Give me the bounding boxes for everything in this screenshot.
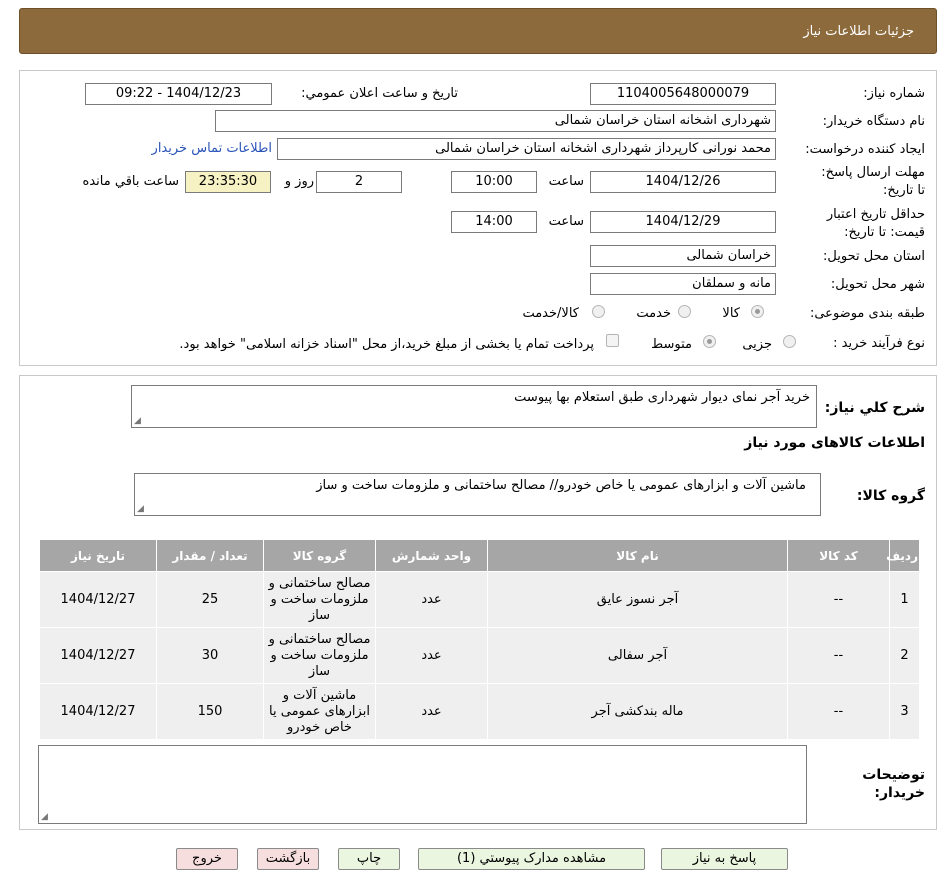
city-label: شهر محل تحویل: — [830, 277, 925, 292]
col-unit-header: واحد شمارش — [375, 539, 488, 572]
item-code: -- — [787, 683, 890, 740]
treasury-payment-checkbox[interactable] — [606, 334, 619, 347]
description-textarea[interactable]: خرید آجر نمای دیوار شهرداری طبق استعلام … — [131, 385, 817, 428]
item-date: 1404/12/27 — [39, 571, 157, 628]
item-code: -- — [787, 571, 890, 628]
resize-grip-icon[interactable]: ◢ — [41, 812, 48, 822]
col-row-header: ردیف — [886, 539, 920, 572]
item-name: آجر نسوز عایق — [487, 571, 788, 628]
item-name: آجر سفالی — [487, 627, 788, 684]
validity-date-field: 1404/12/29 — [590, 211, 776, 233]
category-goods-label: کالا — [722, 306, 740, 321]
creator-label: ایجاد کننده درخواست: — [805, 142, 925, 157]
category-both-radio[interactable] — [592, 305, 605, 318]
category-label: طبقه بندی موضوعی: — [809, 306, 925, 321]
items-table: ردیف کد کالا نام کالا واحد شمارش گروه کا… — [39, 539, 920, 740]
page-header: جزئیات اطلاعات نیاز — [19, 8, 937, 54]
view-documents-button[interactable]: مشاهده مدارک پیوستي (1) — [418, 848, 645, 870]
items-heading: اطلاعات کالاهای مورد نیاز — [744, 435, 925, 451]
process-medium-label: متوسط — [651, 337, 692, 352]
item-group: ماشین آلات و ابزارهای عمومی یا خاص خودرو — [263, 683, 376, 740]
item-code: -- — [787, 627, 890, 684]
resize-grip-icon[interactable]: ◢ — [134, 416, 141, 426]
process-label: نوع فرآیند خرید : — [833, 336, 925, 351]
deadline-time-label: ساعت — [548, 174, 584, 189]
category-service-label: خدمت — [636, 306, 671, 321]
deadline-time-field: 10:00 — [451, 171, 537, 193]
item-qty: 30 — [156, 627, 264, 684]
item-name: ماله بندکشی آجر — [487, 683, 788, 740]
col-qty-header: تعداد / مقدار — [156, 539, 264, 572]
item-group: مصالح ساختمانی و ملزومات ساخت و ساز — [263, 571, 376, 628]
buyer-org-field: شهرداری اشخانه استان خراسان شمالی — [215, 110, 776, 132]
remaining-label: ساعت باقي مانده — [82, 174, 179, 189]
announce-label: تاریخ و ساعت اعلان عمومي: — [301, 86, 458, 101]
row-number: 2 — [889, 627, 920, 684]
need-number-field: 1104005648000079 — [590, 83, 776, 105]
exit-button[interactable]: خروج — [176, 848, 238, 870]
contact-buyer-link[interactable]: اطلاعات تماس خریدار — [152, 141, 272, 156]
days-field: 2 — [316, 171, 402, 193]
item-date: 1404/12/27 — [39, 683, 157, 740]
goods-group-label: گروه کالا: — [856, 488, 925, 504]
reply-button[interactable]: پاسخ به نیاز — [661, 848, 788, 870]
item-qty: 25 — [156, 571, 264, 628]
category-goods-radio[interactable] — [751, 305, 764, 318]
description-text: خرید آجر نمای دیوار شهرداری طبق استعلام … — [514, 390, 810, 405]
deadline-date-field: 1404/12/26 — [590, 171, 776, 193]
announce-field: 1404/12/23 - 09:22 — [85, 83, 272, 105]
row-number: 3 — [889, 683, 920, 740]
table-header-row: ردیف کد کالا نام کالا واحد شمارش گروه کا… — [39, 539, 920, 572]
table-row: 3 -- ماله بندکشی آجر عدد ماشین آلات و اب… — [39, 683, 920, 740]
payment-note: پرداخت تمام یا بخشی از مبلغ خرید،از محل … — [179, 337, 594, 352]
buyer-org-label: نام دستگاه خریدار: — [822, 114, 925, 129]
item-unit: عدد — [375, 571, 488, 628]
goods-group-text: ماشین آلات و ابزارهای عمومی یا خاص خودرو… — [316, 478, 806, 493]
province-label: استان محل تحویل: — [823, 249, 925, 264]
validity-time-label: ساعت — [548, 214, 584, 229]
validity-label: حداقل تاریخ اعتبار قیمت: تا تاریخ: — [826, 207, 925, 240]
item-date: 1404/12/27 — [39, 627, 157, 684]
deadline-label: مهلت ارسال پاسخ: تا تاریخ: — [821, 165, 925, 198]
creator-field: محمد نورانی کارپرداز شهرداری اشخانه استا… — [277, 138, 776, 160]
category-both-label: کالا/خدمت — [522, 306, 579, 321]
city-field: مانه و سملقان — [590, 273, 776, 295]
buyer-notes-label: توضیحات خریدار: — [862, 767, 925, 801]
col-name-header: نام کالا — [487, 539, 788, 572]
col-code-header: کد کالا — [787, 539, 890, 572]
col-date-header: تاریخ نیاز — [39, 539, 157, 572]
description-label: شرح كلي نياز: — [824, 400, 925, 416]
goods-group-textarea[interactable]: ماشین آلات و ابزارهای عمومی یا خاص خودرو… — [134, 473, 821, 516]
row-number: 1 — [889, 571, 920, 628]
item-qty: 150 — [156, 683, 264, 740]
item-unit: عدد — [375, 683, 488, 740]
resize-grip-icon[interactable]: ◢ — [137, 504, 144, 514]
validity-time-field: 14:00 — [451, 211, 537, 233]
need-number-label: شماره نیاز: — [863, 86, 925, 101]
item-group: مصالح ساختمانی و ملزومات ساخت و ساز — [263, 627, 376, 684]
item-unit: عدد — [375, 627, 488, 684]
buyer-notes-textarea[interactable]: ◢ — [38, 745, 807, 824]
process-minor-radio[interactable] — [783, 335, 796, 348]
back-button[interactable]: بازگشت — [257, 848, 319, 870]
remaining-time-field: 23:35:30 — [185, 171, 271, 193]
page-title: جزئیات اطلاعات نیاز — [803, 24, 914, 39]
table-row: 1 -- آجر نسوز عایق عدد مصالح ساختمانی و … — [39, 571, 920, 628]
category-service-radio[interactable] — [678, 305, 691, 318]
process-minor-label: جزیی — [742, 337, 772, 352]
process-medium-radio[interactable] — [703, 335, 716, 348]
print-button[interactable]: چاپ — [338, 848, 400, 870]
col-group-header: گروه کالا — [263, 539, 376, 572]
province-field: خراسان شمالی — [590, 245, 776, 267]
table-row: 2 -- آجر سفالی عدد مصالح ساختمانی و ملزو… — [39, 627, 920, 684]
days-label: روز و — [284, 174, 314, 189]
